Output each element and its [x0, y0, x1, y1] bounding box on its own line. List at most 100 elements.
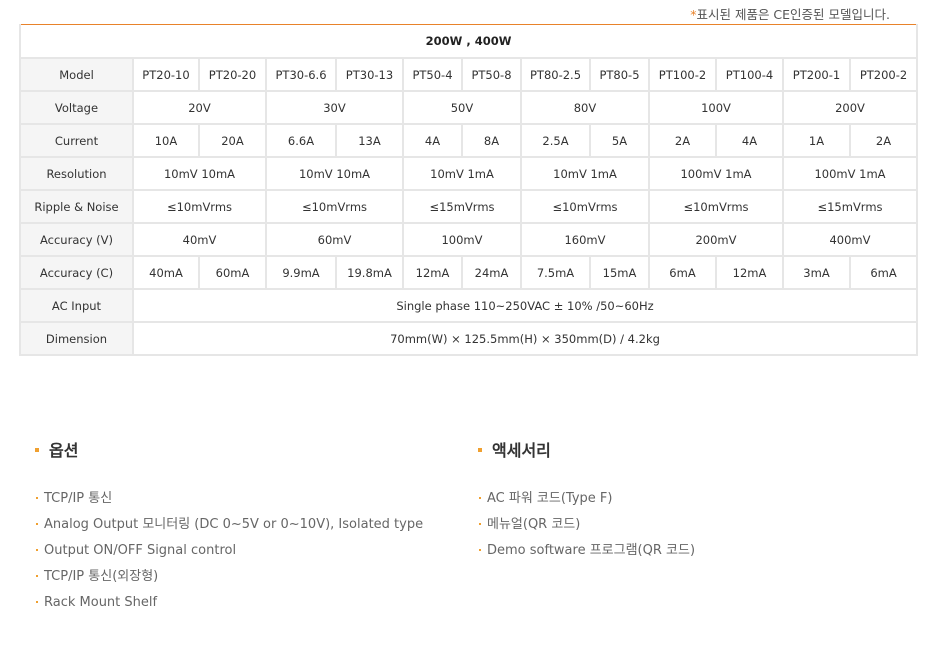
table-cell: ≤10mVrms: [265, 189, 404, 224]
table-cell: 200mV: [648, 222, 784, 257]
list-item-text: TCP/IP 통신: [44, 491, 113, 506]
accessories-list: AC 파워 코드(Type F) 메뉴얼(QR 코드) Demo software …: [479, 486, 695, 564]
table-cell: PT100-4: [715, 57, 784, 92]
bullet-icon: [479, 548, 481, 551]
row-label: Accuracy (V): [19, 222, 134, 257]
row-label: Voltage: [19, 90, 134, 125]
list-item: 메뉴얼(QR 코드): [479, 512, 695, 538]
bullet-icon: [479, 496, 481, 499]
row-label: Resolution: [19, 156, 134, 191]
table-cell: 60mV: [265, 222, 404, 257]
table-cell: 12mA: [715, 255, 784, 290]
table-cell: 19.8mA: [335, 255, 404, 290]
row-label: Ripple & Noise: [19, 189, 134, 224]
table-cell: 40mV: [132, 222, 267, 257]
note-text: 표시된 제품은 CE인증된 모델입니다.: [696, 7, 890, 22]
bullet-icon: [36, 548, 38, 551]
row-label: Accuracy (C): [19, 255, 134, 290]
table-cell: ≤10mVrms: [648, 189, 784, 224]
list-item: AC 파워 코드(Type F): [479, 486, 695, 512]
table-cell: PT80-5: [589, 57, 650, 92]
table-cell: 5A: [589, 123, 650, 158]
list-item-text: Rack Mount Shelf: [44, 595, 158, 610]
table-row: Accuracy (V) 40mV 60mV 100mV 160mV 200mV 400mV: [19, 222, 919, 257]
table-cell: 24mA: [461, 255, 522, 290]
bullet-icon: [36, 600, 38, 603]
table-cell: ≤15mVrms: [781, 189, 919, 224]
table-cell: PT30-6.6: [265, 57, 337, 92]
list-item: Demo software 프로그램(QR 코드): [479, 538, 695, 564]
table-cell: 10mV 1mA: [520, 156, 650, 191]
table-row: Model PT20-10 PT20-20 PT30-6.6 PT30-13 PT50-4…: [19, 57, 919, 92]
table-cell: 2A: [848, 123, 919, 158]
table-cell: 100mV 1mA: [781, 156, 919, 191]
table-cell: 20A: [198, 123, 267, 158]
table-row: AC Input Single phase 110~250VAC ± 10% /5…: [19, 288, 919, 323]
row-label: Model: [19, 57, 134, 92]
list-item: TCP/IP 통신: [36, 486, 423, 512]
table-cell: 2A: [648, 123, 717, 158]
table-cell: 2.5A: [520, 123, 591, 158]
table-cell: 160mV: [520, 222, 650, 257]
list-item-text: Analog Output 모니터링 (DC 0~5V or 0~10V), I…: [44, 517, 424, 532]
table-cell: 12mA: [402, 255, 463, 290]
table-cell: 200V: [781, 90, 919, 125]
table-title-row: 200W , 400W: [18, 24, 919, 59]
table-cell: 3mA: [782, 255, 851, 290]
bullet-icon: [36, 522, 38, 525]
table-row: Accuracy (C) 40mA 60mA 9.9mA 19.8mA 12mA 24mA 7…: [19, 255, 919, 290]
table-cell: 13A: [335, 123, 404, 158]
table-cell: PT50-4: [402, 57, 463, 92]
table-cell: ≤10mVrms: [132, 189, 267, 224]
list-item-text: TCP/IP 통신(외장형): [44, 569, 159, 584]
list-item: Rack Mount Shelf: [36, 590, 423, 616]
table-cell: 8A: [461, 123, 522, 158]
table-cell: 4A: [402, 123, 463, 158]
table-cell: 6.6A: [265, 123, 337, 158]
options-list: TCP/IP 통신 Analog Output 모니터링 (DC 0~5V or …: [36, 486, 423, 616]
table-cell: 6mA: [648, 255, 717, 290]
accessories-title: 액세서리: [492, 441, 551, 460]
list-item: TCP/IP 통신(외장형): [36, 564, 423, 590]
table-cell: ≤10mVrms: [520, 189, 650, 224]
table-cell: 400mV: [781, 222, 919, 257]
table-cell: 100mV 1mA: [648, 156, 784, 191]
table-cell: PT100-2: [648, 57, 717, 92]
heading-square-icon: [35, 447, 39, 452]
table-cell: 4A: [715, 123, 784, 158]
list-item: Analog Output 모니터링 (DC 0~5V or 0~10V), I…: [36, 512, 423, 538]
table-cell: 40mA: [132, 255, 200, 290]
options-heading: 옵션: [35, 437, 78, 461]
accessories-heading: 액세서리: [478, 437, 551, 461]
table-cell: 10mV 10mA: [265, 156, 404, 191]
table-cell: 60mA: [198, 255, 267, 290]
table-cell: 1A: [782, 123, 851, 158]
row-label: Dimension: [19, 321, 134, 356]
table-row: Resolution 10mV 10mA 10mV 10mA 10mV 1mA 10mV…: [19, 156, 919, 191]
list-item-text: Demo software 프로그램(QR 코드): [487, 543, 696, 558]
table-cell: 7.5mA: [520, 255, 591, 290]
table-cell: 100V: [648, 90, 784, 125]
ce-certification-note: *표시된 제품은 CE인증된 모델입니다.: [690, 4, 890, 23]
table-cell: PT80-2.5: [520, 57, 591, 92]
table-title: 200W , 400W: [18, 24, 919, 59]
table-cell: 10mV 10mA: [132, 156, 267, 191]
table-cell: 100mV: [402, 222, 522, 257]
table-row: Voltage 20V 30V 50V 80V 100V 200V: [19, 90, 919, 125]
table-cell: 30V: [265, 90, 404, 125]
list-item-text: Output ON/OFF Signal control: [44, 543, 237, 558]
table-cell: 70mm(W) × 125.5mm(H) × 350mm(D) / 4.2kg: [131, 321, 919, 356]
row-label: Current: [19, 123, 134, 158]
list-item-text: AC 파워 코드(Type F): [487, 491, 613, 506]
bullet-icon: [36, 574, 38, 577]
table-cell: 50V: [402, 90, 522, 125]
table-cell: Single phase 110~250VAC ± 10% /50~60Hz: [131, 288, 919, 323]
options-title: 옵션: [49, 441, 79, 460]
table-cell: 15mA: [589, 255, 650, 290]
row-label: AC Input: [19, 288, 134, 323]
table-cell: PT200-2: [848, 57, 919, 92]
table-cell: ≤15mVrms: [402, 189, 522, 224]
spec-table: 200W , 400W Model PT20-10 PT20-20 PT30-6.6 P…: [18, 24, 919, 356]
table-cell: PT30-13: [335, 57, 404, 92]
list-item-text: 메뉴얼(QR 코드): [487, 517, 581, 532]
